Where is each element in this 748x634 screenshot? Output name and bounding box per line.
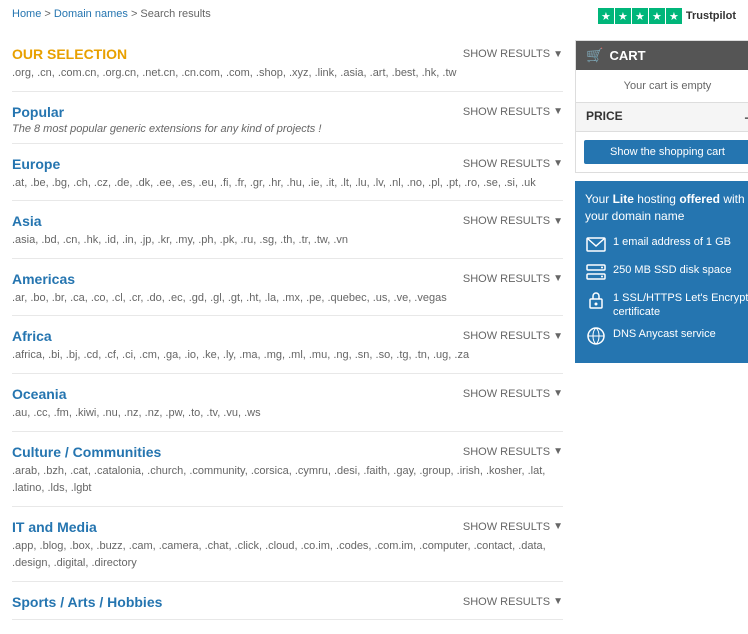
popular-show-results[interactable]: SHOW RESULTS ▼ <box>463 106 563 118</box>
chevron-down-icon: ▼ <box>553 158 563 169</box>
hosting-disk-text: 250 MB SSD disk space <box>613 261 732 277</box>
chevron-down-icon: ▼ <box>553 596 563 607</box>
cart-title: CART <box>609 48 645 63</box>
section-our-selection: OUR SELECTION SHOW RESULTS ▼ .org, .cn, … <box>12 40 563 92</box>
americas-title: Americas <box>12 271 75 287</box>
hosting-title: Your Lite hosting offered with your doma… <box>585 191 748 225</box>
europe-show-results[interactable]: SHOW RESULTS ▼ <box>463 158 563 170</box>
star-3: ★ <box>632 8 648 24</box>
chevron-down-icon: ▼ <box>553 388 563 399</box>
star-1: ★ <box>598 8 614 24</box>
shopping-cart-button[interactable]: Show the shopping cart <box>584 140 748 164</box>
section-europe: Europe SHOW RESULTS ▼ .at, .be, .bg, .ch… <box>12 150 563 202</box>
chevron-down-icon: ▼ <box>553 106 563 117</box>
americas-tags: .ar, .bo, .br, .ca, .co, .cl, .cr, .do, … <box>12 290 563 310</box>
cart-icon: 🛒 <box>586 47 603 64</box>
breadcrumb-domain-names[interactable]: Domain names <box>54 8 128 20</box>
itmedia-title: IT and Media <box>12 519 97 535</box>
trustpilot-widget: ★ ★ ★ ★ ★ Trustpilot <box>598 8 736 24</box>
cart-box: 🛒 CART Your cart is empty PRICE - Show t… <box>575 40 748 173</box>
section-itmedia: IT and Media SHOW RESULTS ▼ .app, .blog,… <box>12 513 563 582</box>
hosting-email-item: 1 email address of 1 GB <box>585 233 748 255</box>
server-icon <box>585 261 607 283</box>
asia-title: Asia <box>12 213 42 229</box>
breadcrumb-current: Search results <box>140 8 210 20</box>
hosting-disk-item: 250 MB SSD disk space <box>585 261 748 283</box>
europe-tags: .at, .be, .bg, .ch, .cz, .de, .dk, .ee, … <box>12 175 563 195</box>
sports-title: Sports / Arts / Hobbies <box>12 594 162 610</box>
section-oceania: Oceania SHOW RESULTS ▼ .au, .cc, .fm, .k… <box>12 380 563 432</box>
culture-title: Culture / Communities <box>12 444 161 460</box>
trustpilot-stars: ★ ★ ★ ★ ★ <box>598 8 682 24</box>
chevron-down-icon: ▼ <box>553 446 563 457</box>
chevron-down-icon: ▼ <box>553 273 563 284</box>
hosting-offer-box: Your Lite hosting offered with your doma… <box>575 181 748 363</box>
hosting-email-text: 1 email address of 1 GB <box>613 233 731 249</box>
star-4: ★ <box>649 8 665 24</box>
star-2: ★ <box>615 8 631 24</box>
star-5: ★ <box>666 8 682 24</box>
sports-show-results[interactable]: SHOW RESULTS ▼ <box>463 596 563 608</box>
our-selection-tags: .org, .cn, .com.cn, .org.cn, .net.cn, .c… <box>12 65 563 85</box>
hosting-dns-text: DNS Anycast service <box>613 325 716 341</box>
our-selection-title: OUR SELECTION <box>12 46 127 62</box>
arrows-icon <box>585 325 607 347</box>
our-selection-show-results[interactable]: SHOW RESULTS ▼ <box>463 48 563 60</box>
price-label: PRICE <box>586 109 623 125</box>
hosting-ssl-item: 1 SSL/HTTPS Let's Encrypt certificate <box>585 289 748 320</box>
cart-header: 🛒 CART <box>576 41 748 70</box>
section-asia: Asia SHOW RESULTS ▼ .asia, .bd, .cn, .hk… <box>12 207 563 259</box>
asia-show-results[interactable]: SHOW RESULTS ▼ <box>463 215 563 227</box>
oceania-tags: .au, .cc, .fm, .kiwi, .nu, .nz, .nz, .pw… <box>12 405 563 425</box>
section-sports: Sports / Arts / Hobbies SHOW RESULTS ▼ <box>12 588 563 620</box>
africa-tags: .africa, .bi, .bj, .cd, .cf, .ci, .cm, .… <box>12 347 563 367</box>
lock-icon <box>585 289 607 311</box>
asia-tags: .asia, .bd, .cn, .hk, .id, .in, .jp, .kr… <box>12 232 563 252</box>
oceania-show-results[interactable]: SHOW RESULTS ▼ <box>463 388 563 400</box>
popular-title: Popular <box>12 104 64 120</box>
section-culture: Culture / Communities SHOW RESULTS ▼ .ar… <box>12 438 563 507</box>
oceania-title: Oceania <box>12 386 66 402</box>
section-popular: Popular SHOW RESULTS ▼ The 8 most popula… <box>12 98 563 144</box>
culture-tags: .arab, .bzh, .cat, .catalonia, .church, … <box>12 463 563 500</box>
section-africa: Africa SHOW RESULTS ▼ .africa, .bi, .bj,… <box>12 322 563 374</box>
trustpilot-label: Trustpilot <box>686 10 736 22</box>
chevron-down-icon: ▼ <box>553 49 563 60</box>
africa-show-results[interactable]: SHOW RESULTS ▼ <box>463 330 563 342</box>
itmedia-tags: .app, .blog, .box, .buzz, .cam, .camera,… <box>12 538 563 575</box>
chevron-down-icon: ▼ <box>553 331 563 342</box>
americas-show-results[interactable]: SHOW RESULTS ▼ <box>463 273 563 285</box>
europe-title: Europe <box>12 156 60 172</box>
price-header: PRICE - <box>576 102 748 132</box>
envelope-icon <box>585 233 607 255</box>
hosting-dns-item: DNS Anycast service <box>585 325 748 347</box>
popular-desc: The 8 most popular generic extensions fo… <box>12 123 563 137</box>
price-value: - <box>744 109 748 125</box>
culture-show-results[interactable]: SHOW RESULTS ▼ <box>463 446 563 458</box>
hosting-ssl-text: 1 SSL/HTTPS Let's Encrypt certificate <box>613 289 748 320</box>
sidebar: 🛒 CART Your cart is empty PRICE - Show t… <box>575 40 748 626</box>
breadcrumb-home[interactable]: Home <box>12 8 41 20</box>
breadcrumb: Home > Domain names > Search results <box>12 8 211 20</box>
africa-title: Africa <box>12 328 52 344</box>
chevron-down-icon: ▼ <box>553 216 563 227</box>
section-americas: Americas SHOW RESULTS ▼ .ar, .bo, .br, .… <box>12 265 563 317</box>
chevron-down-icon: ▼ <box>553 521 563 532</box>
main-content: OUR SELECTION SHOW RESULTS ▼ .org, .cn, … <box>12 40 563 626</box>
itmedia-show-results[interactable]: SHOW RESULTS ▼ <box>463 521 563 533</box>
cart-empty-message: Your cart is empty <box>576 70 748 102</box>
